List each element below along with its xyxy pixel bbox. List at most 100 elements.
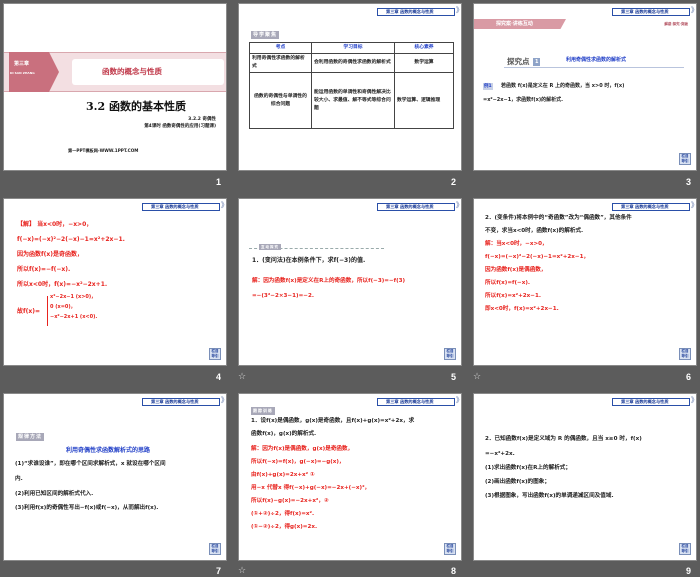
question-line: (1)求出函数f(x)在R上的解析式； xyxy=(485,465,571,471)
table-row: 利用奇偶性求函数的解析式 会利用函数的奇偶性求函数的解析式 数学运算 xyxy=(249,53,454,73)
table-header: 考点 xyxy=(249,42,312,54)
chapter-tag: 第三章 函数的概念与性质 xyxy=(142,202,226,211)
back-button[interactable]: 栏目导引 xyxy=(679,543,691,555)
chapter-tag: 第三章 函数的概念与性质 xyxy=(612,397,696,406)
answer-line: (①+②)÷2，得f(x)=x². xyxy=(251,511,315,517)
slide-thumbnail-1[interactable]: 第三章 DI SAN ZHANG 函数的概念与性质 3.2 函数的基本性质 3.… xyxy=(3,3,227,171)
solution-line: f(−x)=(−x)²−2(−x)−1=x²+2x−1. xyxy=(17,236,125,243)
answer-line: (①−②)÷2，得g(x)=2x. xyxy=(251,524,318,530)
table-cell: 利用奇偶性求函数的解析式 xyxy=(249,53,312,73)
slide-number-5: 5 xyxy=(451,372,457,382)
method-line: (2)利用已知区间的解析式代入. xyxy=(15,491,94,497)
chapter-tag: 第三章 函数的概念与性质 xyxy=(612,7,696,16)
slide-thumbnail-7[interactable]: 第三章 函数的概念与性质 规律方法 利用奇偶性求函数解析式的思路 (1)“求谁设… xyxy=(3,393,227,561)
table-row: 函数的奇偶性与单调性的综合问题 能运用函数的单调性和奇偶性解决比较大小、求最值、解… xyxy=(249,72,454,129)
animation-icon[interactable]: ☆ xyxy=(238,566,246,576)
method-line: (3)利用f(x)的奇偶性写出−f(x)或f(−x)，从而解出f(x). xyxy=(15,505,159,511)
point-label: 探究点 xyxy=(507,57,530,66)
answer-line: 所以f(x)−g(x)=−2x+x²，② xyxy=(251,498,329,504)
back-button[interactable]: 栏目导引 xyxy=(444,348,456,360)
slide-number-6: 6 xyxy=(686,372,692,382)
slide-number-9: 9 xyxy=(686,566,692,576)
method-heading: 利用奇偶性求函数解析式的思路 xyxy=(66,447,151,454)
chapter-tag: 第三章 函数的概念与性质 xyxy=(377,7,461,16)
slide-number-3: 3 xyxy=(686,177,692,187)
table-cell: 能运用函数的单调性和奇偶性解决比较大小、求最值、解不等式等综合问题 xyxy=(311,72,395,129)
answer-line: 解：因为f(x)是偶函数，g(x)是奇函数， xyxy=(251,446,354,452)
back-button[interactable]: 栏目导引 xyxy=(679,348,691,360)
slide-thumbnail-6[interactable]: 第三章 函数的概念与性质 2．(变条件)将本例中的“奇函数”改为“偶函数”，其他… xyxy=(473,198,697,366)
question-line: 函数f(x)，g(x)的解析式. xyxy=(251,431,317,437)
method-line: 内. xyxy=(15,476,23,482)
solution-line: 因为函数f(x)是奇函数， xyxy=(17,251,83,258)
section-label: 导学聚焦 xyxy=(251,31,280,39)
slide-number-8: 8 xyxy=(451,566,457,576)
answer-line: 解：当x<0时，−x>0， xyxy=(485,241,548,247)
chapter-pinyin: DI SAN ZHANG xyxy=(10,71,35,75)
answer-line: 由f(x)+g(x)=2x+x² ① xyxy=(251,472,315,478)
section-label: 互动探究 xyxy=(259,244,281,250)
solution-line: 所以f(x)=−f(−x). xyxy=(17,266,71,273)
slide-thumbnail-8[interactable]: 第三章 函数的概念与性质 跟踪训练 1．设f(x)是偶函数，g(x)是奇函数，且… xyxy=(238,393,462,561)
slide-thumbnail-5[interactable]: 第三章 函数的概念与性质 互动探究 1．(变问法)在本例条件下，求f(−3)的值… xyxy=(238,198,462,366)
answer-line: 所以f(−x)=f(x)，g(−x)=−g(x)， xyxy=(251,459,345,465)
section-label: 跟踪训练 xyxy=(251,407,275,415)
answer-line: 所以f(x)=x²+2x−1. xyxy=(485,293,541,299)
point-line xyxy=(504,67,684,68)
answer-line: 即x<0时，f(x)=x²+2x−1. xyxy=(485,306,559,312)
piecewise-prefix: 故f(x)= xyxy=(17,308,40,315)
slide-thumbnail-9[interactable]: 第三章 函数的概念与性质 2．已知函数f(x)是定义域为 R 的偶函数，且当 x… xyxy=(473,393,697,561)
back-button[interactable]: 栏目导引 xyxy=(209,543,221,555)
example-line: =x²−2x−1，求函数f(x)的解析式. xyxy=(483,97,564,103)
back-button[interactable]: 栏目导引 xyxy=(444,543,456,555)
slide-thumbnail-3[interactable]: 第三章 函数的概念与性质 探究案·讲练互动 解惑·探究·突破 探究点 1 利用奇… xyxy=(473,3,697,171)
question-line: 2．(变条件)将本例中的“奇函数”改为“偶函数”，其他条件 xyxy=(485,215,632,221)
slide-number-7: 7 xyxy=(216,566,222,576)
animation-icon[interactable]: ☆ xyxy=(473,372,481,382)
chapter-tag: 第三章 函数的概念与性质 xyxy=(377,202,461,211)
banner-title: 函数的概念与性质 xyxy=(102,67,162,76)
answer-line: 因为函数f(x)是偶函数， xyxy=(485,267,547,273)
table-header: 学习目标 xyxy=(311,42,395,54)
question-line: 2．已知函数f(x)是定义域为 R 的偶函数，且当 x≥0 时，f(x) xyxy=(485,436,642,442)
slide-number-2: 2 xyxy=(451,177,457,187)
question-line: 不变，求当x<0时，函数f(x)的解析式. xyxy=(485,228,584,234)
question-line: (2)画出函数f(x)的图象； xyxy=(485,479,550,485)
chapter-tag: 第三章 函数的概念与性质 xyxy=(142,397,226,406)
section-label: 规律方法 xyxy=(16,433,45,441)
answer-line: =−(3²−2×3−1)=−2. xyxy=(252,293,314,299)
chapter-tag: 第三章 函数的概念与性质 xyxy=(612,202,696,211)
back-button[interactable]: 栏目导引 xyxy=(679,153,691,165)
question-line: 1．设f(x)是偶函数，g(x)是奇函数，且f(x)+g(x)=x²+2x，求 xyxy=(251,418,415,424)
slide-number-1: 1 xyxy=(216,177,222,187)
answer-line: 所以f(x)=f(−x). xyxy=(485,280,530,286)
table-cell: 函数的奇偶性与单调性的综合问题 xyxy=(249,72,312,129)
section-right: 解惑·探究·突破 xyxy=(664,22,688,26)
animation-icon[interactable]: ☆ xyxy=(238,372,246,382)
table-cell: 会利用函数的奇偶性求函数的解析式 xyxy=(311,53,395,73)
table-cell: 数学运算、逻辑推理 xyxy=(394,72,454,129)
point-title: 利用奇偶性求函数的解析式 xyxy=(566,57,627,63)
slide-thumbnail-4[interactable]: 第三章 函数的概念与性质 【解】 当x<0时，−x>0， f(−x)=(−x)²… xyxy=(3,198,227,366)
answer-line: f(−x)=(−x)²−2(−x)−1=x²+2x−1， xyxy=(485,254,590,260)
chapter-tag: 第三章 函数的概念与性质 xyxy=(377,397,461,406)
question-line: (3)根据图象，写出函数f(x)的单调递减区间及值域. xyxy=(485,493,614,499)
piecewise-case: −x²−2x+1 (x<0). xyxy=(50,314,98,320)
method-line: (1)“求谁设谁”，即在哪个区间求解析式，x 就设在哪个区间 xyxy=(15,461,166,467)
lesson-title: 3.2 函数的基本性质 xyxy=(86,100,186,113)
example-label: 例1 xyxy=(483,83,493,90)
slide-thumbnail-2[interactable]: 第三章 函数的概念与性质 导学聚焦 考点学习目标核心素养 利用奇偶性求函数的解析… xyxy=(238,3,462,171)
point-number: 1 xyxy=(533,58,541,66)
example-line: 若函数 f(x)是定义在 R 上的奇函数，当 x>0 时，f(x) xyxy=(501,83,625,89)
back-button[interactable]: 栏目导引 xyxy=(209,348,221,360)
piecewise-case: 0 (x=0)， xyxy=(50,304,76,310)
objectives-table: 考点 学习目标 核心素养 利用奇偶性求函数的解析式 会利用函数的奇偶性求函数的解析式数… xyxy=(249,42,454,129)
answer-line: 用−x 代替x 得f(−x)+g(−x)=−2x+(−x)²， xyxy=(251,485,371,491)
answer-line: 解：因为函数f(x)是定义在R上的奇函数，所以f(−3)=−f(3) xyxy=(252,278,406,284)
lesson-sub1: 3.2.2 奇偶性 xyxy=(188,117,216,122)
site-text: 第一PPT模板网-WWW.1PPT.COM xyxy=(68,148,139,153)
piecewise-case: x²−2x−1 (x>0)， xyxy=(50,294,97,300)
slide-number-4: 4 xyxy=(216,372,222,382)
solution-line: 所以x<0时，f(x)=−x²−2x+1. xyxy=(17,281,108,288)
solution-line: 【解】 当x<0时，−x>0， xyxy=(17,221,93,228)
